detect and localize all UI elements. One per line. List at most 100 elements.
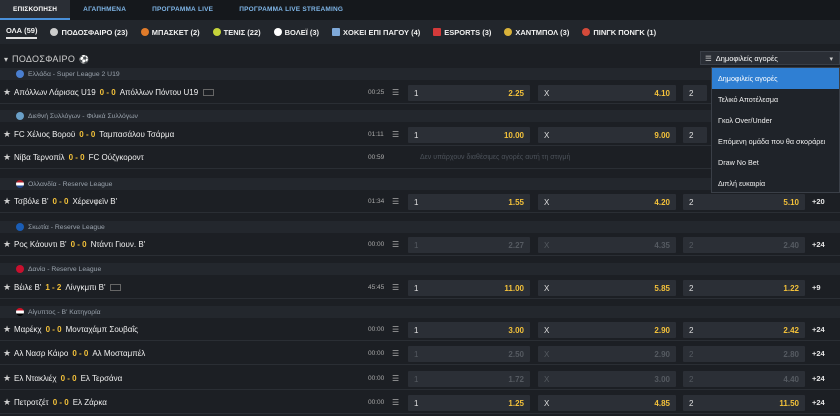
tab-favorites[interactable]: ΑΓΑΠΗΜΕΝΑ xyxy=(70,0,139,20)
odd-label: X xyxy=(544,374,550,384)
match-time: 45:45 xyxy=(368,284,385,291)
more-markets-count[interactable]: +24 xyxy=(812,349,825,358)
stats-icon[interactable] xyxy=(110,284,122,292)
favorite-star-icon[interactable]: ★ xyxy=(3,196,11,207)
markets-menu-icon[interactable]: ☰ xyxy=(392,240,399,249)
match-row[interactable]: ★ Ρος Κάουντι Β' 0 - 0 Ντάντι Γιουν. Β' 00… xyxy=(0,234,840,256)
markets-menu-icon[interactable]: ☰ xyxy=(392,374,399,383)
market-option-next-team-to-score[interactable]: Επόμενη ομάδα που θα σκοράρει xyxy=(712,131,839,152)
odd-label: X xyxy=(544,325,550,335)
favorite-star-icon[interactable]: ★ xyxy=(3,129,11,140)
odd-label: 2 xyxy=(689,240,694,250)
odd-draw[interactable]: X 4.85 xyxy=(538,395,676,411)
egypt-flag-icon xyxy=(16,308,24,316)
match-row[interactable]: ★ Μαρέκχ 0 - 0 Μονταχάμπ Σουβαΐς 00:00 ☰ 1… xyxy=(0,319,840,341)
odd-away[interactable]: 2 2.42 xyxy=(683,322,805,338)
odd-home[interactable]: 1 1.55 xyxy=(408,194,530,210)
sport-ice-hockey[interactable]: ΧΟΚΕΙ ΕΠΙ ΠΑΓΟΥ (4) xyxy=(332,28,420,37)
favorite-star-icon[interactable]: ★ xyxy=(3,348,11,359)
more-markets-count[interactable]: +24 xyxy=(812,374,825,383)
stats-icon[interactable] xyxy=(203,89,215,97)
markets-menu-icon[interactable]: ☰ xyxy=(392,349,399,358)
odd-away[interactable]: 2 1.22 xyxy=(683,280,805,296)
away-team: Αλ Μοσταμπέλ xyxy=(92,349,146,358)
more-markets-count[interactable]: +20 xyxy=(812,197,825,206)
match-row[interactable]: ★ Ελ Ντακλιέχ 0 - 0 Ελ Τερσάνα 00:00 ☰ 1 1.… xyxy=(0,368,840,390)
match-row[interactable]: ★ Πετροτζέτ 0 - 0 Ελ Ζάρκα 00:00 ☰ 1 1.25 X… xyxy=(0,392,840,414)
markets-menu-icon[interactable]: ☰ xyxy=(392,398,399,407)
market-option-draw-no-bet[interactable]: Draw No Bet xyxy=(712,152,839,173)
favorite-star-icon[interactable]: ★ xyxy=(3,373,11,384)
home-team: FC Χέλιος Βοροϋ xyxy=(14,130,76,139)
sport-tennis-label: ΤΕΝΙΣ (22) xyxy=(223,27,261,37)
match-row[interactable]: ★ Τσβόλε Β' 0 - 0 Χέρενφεϊν Β' 01:34 ☰ 1 1.… xyxy=(0,191,840,213)
sport-table-tennis[interactable]: ΠΙΝΓΚ ΠΟΝΓΚ (1) xyxy=(582,28,656,37)
odd-away[interactable]: 2 xyxy=(683,127,707,143)
tennis-icon xyxy=(212,28,221,36)
league-header[interactable]: Σκωτία - Reserve League xyxy=(0,221,840,233)
tab-live-streaming-schedule[interactable]: ΠΡΟΓΡΑΜΜΑ LIVE STREAMING xyxy=(226,0,356,20)
odd-home[interactable]: 1 2.25 xyxy=(408,85,530,101)
sport-volleyball[interactable]: ΒΟΛΕΪ (3) xyxy=(273,28,319,37)
more-markets-count[interactable]: +24 xyxy=(812,398,825,407)
markets-menu-icon[interactable]: ☰ xyxy=(392,283,399,292)
odd-draw[interactable]: X 4.10 xyxy=(538,85,676,101)
more-markets-count[interactable]: +24 xyxy=(812,325,825,334)
tab-overview[interactable]: ΕΠΙΣΚΟΠΗΣΗ xyxy=(0,0,71,20)
match-score: 0 - 0 xyxy=(99,88,116,97)
odd-home[interactable]: 1 1.25 xyxy=(408,395,530,411)
sport-ice-hockey-label: ΧΟΚΕΙ ΕΠΙ ΠΑΓΟΥ (4) xyxy=(343,27,421,37)
odd-away[interactable]: 2 11.50 xyxy=(683,395,805,411)
ice-hockey-icon xyxy=(332,28,341,36)
favorite-star-icon[interactable]: ★ xyxy=(3,282,11,293)
sport-basketball[interactable]: ΜΠΑΣΚΕΤ (2) xyxy=(140,28,200,37)
markets-menu-icon[interactable]: ☰ xyxy=(392,325,399,334)
odd-away[interactable]: 2 xyxy=(683,85,707,101)
favorite-star-icon[interactable]: ★ xyxy=(3,152,11,163)
league-name: Αίγυπτος - Β' Κατηγορία xyxy=(28,308,101,316)
odd-home[interactable]: 1 11.00 xyxy=(408,280,530,296)
market-option-over-under[interactable]: Γκολ Over/Under xyxy=(712,110,839,131)
odd-draw[interactable]: X 4.20 xyxy=(538,194,676,210)
sport-handball-label: ΧΑΝΤΜΠΟΛ (3) xyxy=(515,27,570,37)
favorite-star-icon[interactable]: ★ xyxy=(3,87,11,98)
more-markets-count[interactable]: +9 xyxy=(812,283,821,292)
odd-draw[interactable]: X 2.90 xyxy=(538,322,676,338)
markets-menu-icon[interactable]: ☰ xyxy=(392,130,399,139)
chevron-down-icon: ▾ xyxy=(4,54,9,64)
football-icon: ⚽ xyxy=(79,54,90,64)
league-header[interactable]: Δανία - Reserve League xyxy=(0,263,840,275)
match-teams: FC Χέλιος Βοροϋ 0 - 0 Ταμπασάλου Τσάρμα xyxy=(14,130,174,139)
more-markets-count[interactable]: +24 xyxy=(812,240,825,249)
match-row[interactable]: ★ Βέιλε Β' 1 - 2 Λίνγκμπι Β' 45:45 ☰ 1 11.0… xyxy=(0,277,840,299)
market-option-final-result[interactable]: Τελικό Αποτέλεσμα xyxy=(712,89,839,110)
match-teams: Πετροτζέτ 0 - 0 Ελ Ζάρκα xyxy=(14,398,107,407)
sport-handball[interactable]: ΧΑΝΤΜΠΟΛ (3) xyxy=(504,28,569,37)
favorite-star-icon[interactable]: ★ xyxy=(3,324,11,335)
odd-label: 1 xyxy=(414,197,419,207)
home-team: Νίβα Τερνοπίλ xyxy=(14,153,65,162)
markets-menu-icon[interactable]: ☰ xyxy=(392,197,399,206)
sport-esports[interactable]: ESPORTS (3) xyxy=(433,28,491,37)
sport-table-tennis-label: ΠΙΝΓΚ ΠΟΝΓΚ (1) xyxy=(593,27,657,37)
sport-all[interactable]: ΟΛΑ (59) xyxy=(6,26,38,39)
market-option-double-chance[interactable]: Διπλή ευκαιρία xyxy=(712,173,839,194)
league-header[interactable]: Αίγυπτος - Β' Κατηγορία xyxy=(0,306,840,318)
odd-away[interactable]: 2 5.10 xyxy=(683,194,805,210)
odd-home[interactable]: 1 3.00 xyxy=(408,322,530,338)
markets-dropdown[interactable]: ☰ Δημοφιλείς αγορές ▾ xyxy=(700,51,840,65)
sport-football[interactable]: ΠΟΔΟΣΦΑΙΡΟ (23) xyxy=(50,28,128,37)
markets-menu-icon[interactable]: ☰ xyxy=(392,88,399,97)
match-row[interactable]: ★ Αλ Νασρ Κάιρο 0 - 0 Αλ Μοσταμπέλ 00:00 ☰… xyxy=(0,343,840,365)
sport-tennis[interactable]: ΤΕΝΙΣ (22) xyxy=(212,27,261,37)
odd-label: 1 xyxy=(414,240,419,250)
favorite-star-icon[interactable]: ★ xyxy=(3,397,11,408)
match-score: 0 - 0 xyxy=(79,130,96,139)
favorite-star-icon[interactable]: ★ xyxy=(3,239,11,250)
market-option-popular[interactable]: Δημοφιλείς αγορές xyxy=(712,68,839,89)
odd-draw[interactable]: X 5.85 xyxy=(538,280,676,296)
odd-home[interactable]: 1 10.00 xyxy=(408,127,530,143)
tab-live-schedule[interactable]: ΠΡΟΓΡΑΜΜΑ LIVE xyxy=(139,0,226,20)
odd-draw[interactable]: X 9.00 xyxy=(538,127,676,143)
odd-label: 2 xyxy=(689,130,694,140)
